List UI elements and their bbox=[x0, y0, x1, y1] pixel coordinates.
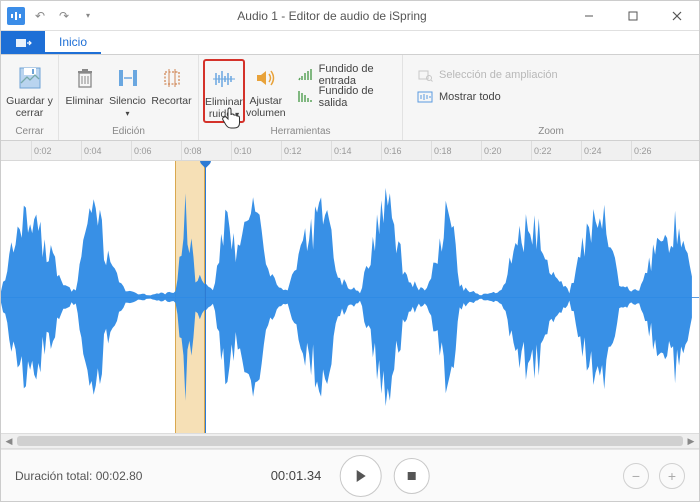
maximize-button[interactable] bbox=[611, 1, 655, 31]
fade-out-icon bbox=[297, 89, 313, 105]
zoom-out-button[interactable]: − bbox=[623, 463, 649, 489]
fade-out-label: Fundido de salida bbox=[319, 85, 388, 109]
current-time: 00:01.34 bbox=[271, 468, 322, 483]
horizontal-scrollbar[interactable]: ◀ ▶ bbox=[1, 433, 699, 449]
waveform bbox=[1, 161, 699, 433]
group-tools-label: Herramientas bbox=[199, 126, 402, 140]
zoom-in-button[interactable]: + bbox=[659, 463, 685, 489]
total-duration: Duración total: 00:02.80 bbox=[15, 469, 142, 483]
delete-button[interactable]: Eliminar bbox=[63, 59, 106, 123]
ribbon: Guardar y cerrar Cerrar Eliminar Silenci… bbox=[1, 55, 699, 141]
silence-icon bbox=[114, 64, 142, 92]
redo-button[interactable]: ↷ bbox=[55, 7, 73, 25]
fade-in-button[interactable]: Fundido de entrada bbox=[293, 65, 392, 85]
playhead[interactable] bbox=[205, 161, 206, 433]
transport-controls: 00:01.34 bbox=[271, 455, 430, 497]
ruler-tick: 0:20 bbox=[481, 141, 502, 160]
tab-home[interactable]: Inicio bbox=[45, 31, 101, 54]
zoom-selection-icon bbox=[417, 67, 433, 83]
ruler-tick: 0:10 bbox=[231, 141, 252, 160]
crop-label: Recortar bbox=[151, 95, 191, 107]
show-all-button[interactable]: Mostrar todo bbox=[413, 87, 562, 107]
scroll-left-arrow[interactable]: ◀ bbox=[1, 434, 17, 448]
group-zoom-label: Zoom bbox=[403, 126, 699, 140]
crop-button[interactable]: Recortar bbox=[149, 59, 194, 123]
crop-icon bbox=[158, 64, 186, 92]
zoom-controls: − + bbox=[623, 463, 685, 489]
ruler-tick: 0:06 bbox=[131, 141, 152, 160]
adjust-volume-label: Ajustar volumen bbox=[246, 95, 286, 119]
zoom-selection-label: Selección de ampliación bbox=[439, 69, 558, 81]
fade-in-icon bbox=[297, 67, 313, 83]
qat-dropdown[interactable]: ▾ bbox=[79, 7, 97, 25]
fade-in-label: Fundido de entrada bbox=[319, 63, 388, 87]
ruler-tick: 0:26 bbox=[631, 141, 652, 160]
noise-icon bbox=[210, 65, 238, 93]
remove-noise-label: Eliminar ruido ▾ bbox=[205, 96, 243, 120]
timeline-ruler[interactable]: 0:02 0:04 0:06 0:08 0:10 0:12 0:14 0:16 0:18 0:20… bbox=[1, 141, 699, 161]
waveform-area[interactable] bbox=[1, 161, 699, 433]
ruler-tick: 0:12 bbox=[281, 141, 302, 160]
show-all-label: Mostrar todo bbox=[439, 91, 501, 103]
tab-row: Inicio bbox=[1, 31, 699, 55]
volume-icon bbox=[252, 64, 280, 92]
adjust-volume-button[interactable]: Ajustar volumen bbox=[245, 59, 287, 123]
stop-button[interactable] bbox=[393, 458, 429, 494]
ruler-tick: 0:04 bbox=[81, 141, 102, 160]
fade-out-button[interactable]: Fundido de salida bbox=[293, 87, 392, 107]
ruler-tick: 0:24 bbox=[581, 141, 602, 160]
minimize-button[interactable] bbox=[567, 1, 611, 31]
window-title: Audio 1 - Editor de audio de iSpring bbox=[97, 9, 567, 23]
remove-noise-button[interactable]: Eliminar ruido ▾ bbox=[203, 59, 245, 123]
silence-button[interactable]: Silencio▾ bbox=[106, 59, 149, 123]
close-window-button[interactable] bbox=[655, 1, 699, 31]
trash-icon bbox=[71, 64, 99, 92]
ruler-tick: 0:16 bbox=[381, 141, 402, 160]
save-close-label: Guardar y cerrar bbox=[6, 95, 53, 119]
group-edit-label: Edición bbox=[59, 126, 198, 140]
ruler-tick: 0:02 bbox=[31, 141, 52, 160]
ruler-tick: 0:08 bbox=[181, 141, 202, 160]
play-button[interactable] bbox=[339, 455, 381, 497]
ruler-tick: 0:14 bbox=[331, 141, 352, 160]
file-tab[interactable] bbox=[1, 31, 45, 54]
show-all-icon bbox=[417, 89, 433, 105]
app-icon bbox=[7, 7, 25, 25]
footer: Duración total: 00:02.80 00:01.34 − + bbox=[1, 449, 699, 501]
scroll-thumb[interactable] bbox=[17, 436, 683, 446]
save-close-button[interactable]: Guardar y cerrar bbox=[5, 59, 54, 123]
save-icon bbox=[16, 64, 44, 92]
zoom-selection-button: Selección de ampliación bbox=[413, 65, 562, 85]
delete-label: Eliminar bbox=[66, 95, 104, 107]
group-close-label: Cerrar bbox=[1, 126, 58, 140]
scroll-track[interactable] bbox=[17, 434, 683, 448]
silence-label: Silencio▾ bbox=[109, 95, 146, 119]
scroll-right-arrow[interactable]: ▶ bbox=[683, 434, 699, 448]
ruler-tick: 0:18 bbox=[431, 141, 452, 160]
title-bar: ↶ ↷ ▾ Audio 1 - Editor de audio de iSpri… bbox=[1, 1, 699, 31]
ruler-tick: 0:22 bbox=[531, 141, 552, 160]
undo-button[interactable]: ↶ bbox=[31, 7, 49, 25]
